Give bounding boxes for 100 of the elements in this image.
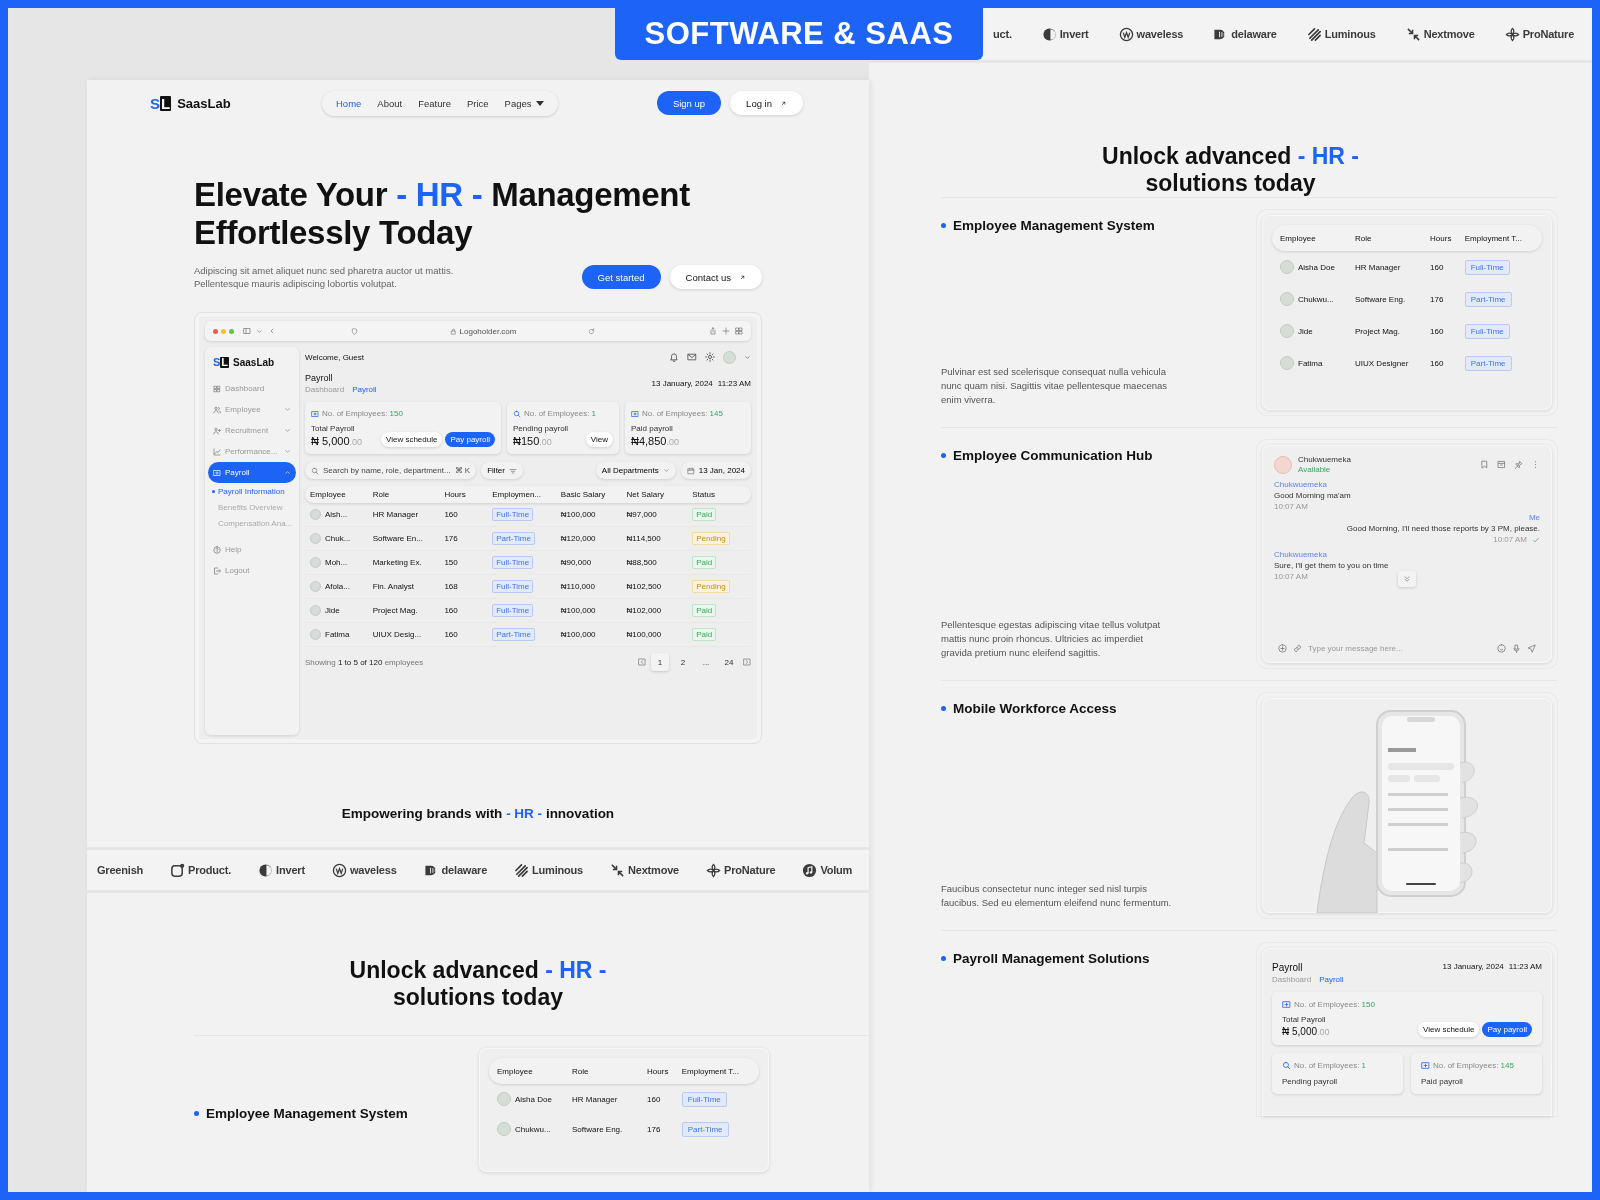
breadcrumb-link[interactable]: Dashboard <box>1272 975 1312 984</box>
table-cell-text: HR Manager <box>572 1094 619 1104</box>
table-cell-text: 160 <box>1430 358 1445 368</box>
feature-title: Mobile Workforce Access <box>941 701 1241 716</box>
company-logo-text: uct. <box>993 28 1012 40</box>
log-in-button[interactable]: Log in <box>730 91 803 115</box>
column-header: Net Salary <box>626 490 665 499</box>
sign-up-button[interactable]: Sign up <box>656 91 722 115</box>
message-time: 10:07 AM <box>1493 535 1527 544</box>
get-started-button[interactable]: Get started <box>581 265 661 289</box>
status-tag: Paid <box>692 604 717 617</box>
table-cell-text: ₦120,000 <box>560 534 597 543</box>
search-icon <box>311 466 319 475</box>
sidebar-item[interactable]: Logout <box>208 560 296 581</box>
nav-link[interactable]: Pages <box>496 97 552 109</box>
table-cell-text: 160 <box>647 1094 662 1104</box>
sidebar-item[interactable]: Performance... <box>208 441 296 462</box>
table-cell-text: Project Mag. <box>1355 326 1401 336</box>
stat-button[interactable]: View <box>585 432 613 447</box>
employment-type-tag: Full-Time <box>1464 259 1510 275</box>
calendar-icon <box>686 466 695 475</box>
table-cell-text: 176 <box>444 534 459 543</box>
sidebar-item[interactable]: Payroll <box>208 462 296 483</box>
table-cell-text: Project Mag. <box>372 606 419 615</box>
contact-us-button[interactable]: Contact us <box>669 265 762 289</box>
presence-status: Available <box>1298 465 1332 474</box>
avatar <box>310 509 321 520</box>
page-button[interactable]: 2 <box>674 653 692 671</box>
share-icon <box>709 327 717 335</box>
user-avatar[interactable] <box>723 350 736 364</box>
company-logo-text: Luminous <box>532 864 584 876</box>
address-bar[interactable]: Logoholder.com <box>383 326 583 336</box>
chevron-down-icon <box>256 327 263 335</box>
stat-button[interactable]: View schedule <box>1417 1022 1480 1037</box>
contact-name: Chukwuemeka <box>1298 455 1351 464</box>
time-text: 11:23 AM <box>717 379 751 388</box>
table-cell-text: 160 <box>1430 326 1445 336</box>
table-cell: Jide <box>1298 326 1313 336</box>
nav-link[interactable]: Feature <box>410 97 459 109</box>
page-button[interactable]: 1 <box>651 653 669 671</box>
chevron-down-icon <box>284 448 291 455</box>
page-button[interactable]: ... <box>697 653 715 671</box>
sidebar-item[interactable]: Dashboard <box>208 378 296 399</box>
search-field[interactable]: Search by name, role, department... ⌘ K <box>305 462 477 479</box>
welcome-text: Welcome, Guest <box>305 352 364 362</box>
stat-label: No. of Employees: 150 <box>1294 1000 1375 1009</box>
breadcrumb-link[interactable]: Dashboard <box>305 385 345 394</box>
feature-title: Employee Communication Hub <box>941 448 1241 463</box>
company-logo-text: waveless <box>349 864 397 876</box>
date-text: 13 January, 2024 <box>651 379 713 388</box>
stat-button[interactable]: Pay payroll <box>445 432 495 447</box>
nav-link[interactable]: Home <box>328 97 370 109</box>
table-cell: Moh... <box>325 558 348 567</box>
breadcrumb-link[interactable]: Payroll <box>352 385 377 394</box>
table-cell-text: 160 <box>444 606 459 615</box>
page-button[interactable]: 24 <box>720 653 738 671</box>
wallet-icon <box>631 409 639 418</box>
hero-title: Elevate Your - HR - Management Effortlessly Today <box>194 176 691 252</box>
employment-type-tag: Full-Time <box>1464 323 1510 339</box>
avatar <box>1280 292 1294 306</box>
arrow-up-right-icon <box>780 99 787 107</box>
feature-description: Pulvinar est sed scelerisque consequat nulla vehicula nunc quam nisi. Sagittis vitae pellentesque maecenas enim viverra. <box>941 365 1169 407</box>
table-cell: Chukwu... <box>515 1124 551 1134</box>
department-dropdown[interactable]: All Departments <box>595 462 676 479</box>
time-text: 11:23 AM <box>1508 962 1542 971</box>
table-cell-text: Software Eng. <box>1355 294 1407 304</box>
scroll-down-button[interactable] <box>1398 571 1416 587</box>
sidebar-item[interactable]: Help <box>208 539 296 560</box>
sidebar-item[interactable]: Recruitment <box>208 420 296 441</box>
tagline: Empowering brands with - HR - innovation <box>340 806 616 821</box>
nav-link[interactable]: Price <box>458 97 497 109</box>
nav-link[interactable]: About <box>369 97 411 109</box>
submenu-item[interactable]: Payroll Information <box>208 483 296 499</box>
hero-description: Adipiscing sit amet aliquet nunc sed pharetra auctor ut mattis. Pellentesque mauris adipiscing lobortis volutpat. <box>194 264 455 290</box>
stat-label: No. of Employees: 1 <box>524 409 597 418</box>
column-header: Employee <box>1280 233 1317 243</box>
contact-avatar <box>1274 455 1292 474</box>
chevron-down-icon <box>662 467 670 474</box>
link-icon <box>1293 644 1302 653</box>
stat-title: Total Payroll <box>1282 1015 1327 1024</box>
message-input[interactable]: Type your message here... <box>1308 644 1491 653</box>
breadcrumb-link[interactable]: Payroll <box>1319 975 1344 984</box>
sidebar-item[interactable]: Employee <box>208 399 296 420</box>
stat-button[interactable]: Pay payroll <box>1482 1022 1532 1037</box>
column-header: Hours <box>1430 233 1453 243</box>
dropdown-icon <box>535 100 544 106</box>
table-cell: Chuk... <box>325 534 351 543</box>
date-picker[interactable]: 13 Jan, 2024 <box>680 462 751 479</box>
tabs-icon <box>735 327 743 335</box>
stat-amount: ₦150.00 <box>513 435 553 447</box>
results-count: Showing 1 to 5 of 120 employees <box>305 657 424 667</box>
stat-button[interactable]: View schedule <box>380 432 443 447</box>
chevron-down-icon <box>284 427 291 434</box>
table-cell-text: HR Manager <box>372 510 420 519</box>
filter-button[interactable]: Filter <box>481 462 523 479</box>
employment-type-tag: Part-Time <box>492 532 535 545</box>
company-logo-text: Luminous <box>1324 28 1376 40</box>
message-text: Sure, I'll get them to you on time <box>1274 561 1389 570</box>
message-sender: Chukwuemeka <box>1274 480 1327 489</box>
message-time: 10:07 AM <box>1274 572 1308 581</box>
